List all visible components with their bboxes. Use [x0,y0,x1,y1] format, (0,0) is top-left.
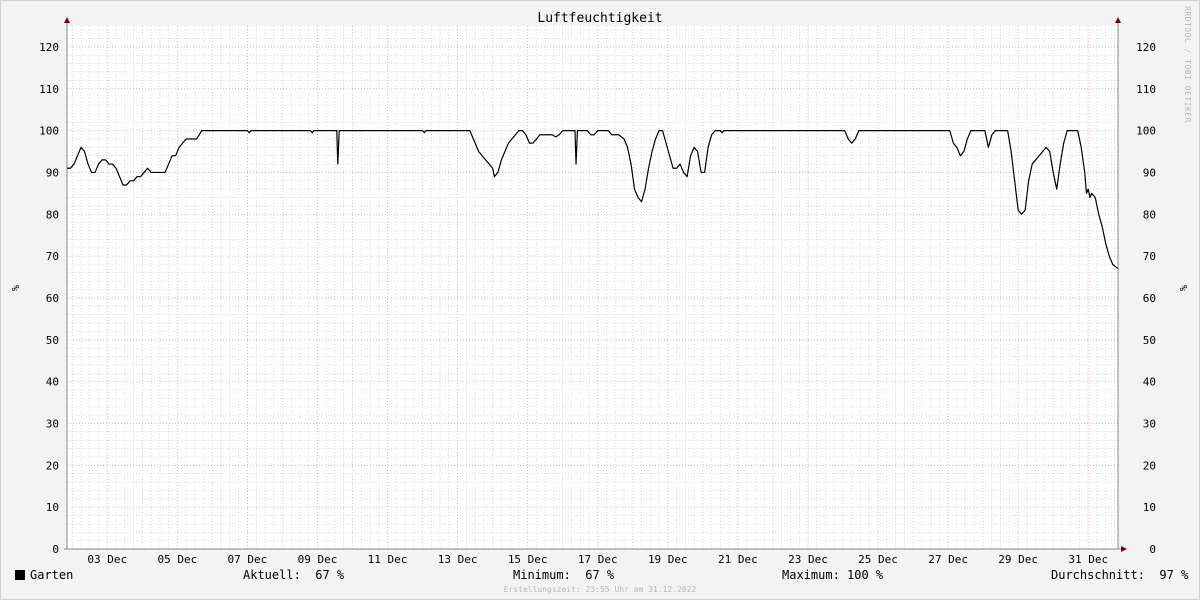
y-axis-label-right: % [1177,285,1188,291]
legend-maximum: Maximum: 100 % [782,568,884,582]
y-tick-label-left: 110 [39,83,59,96]
y-tick-label-right: 40 [1143,376,1156,389]
y-tick-label-right: 10 [1143,501,1156,514]
legend-series-name: Garten [30,568,74,582]
x-tick-label: 27 Dec [928,553,968,566]
chart-window: 0 0 10 10 20 20 30 30 40 40 50 50 60 60 70 70 80 80 90 90 10… [0,0,1200,600]
y-tick-label-left: 50 [46,334,59,347]
x-tick-label: 31 Dec [1068,553,1108,566]
creation-timestamp: Erstellungszeit: 23:55 Uhr am 31.12.2022 [503,585,697,594]
x-tick-label: 29 Dec [998,553,1038,566]
y-tick-label-right: 60 [1143,292,1156,305]
legend-minimum: Minimum: 67 % [513,568,615,582]
y-tick-label-left: 20 [46,459,59,472]
y-tick-label-right: 90 [1143,166,1156,179]
y-tick-label-right: 80 [1143,208,1156,221]
series-color-swatch [15,570,25,580]
y-tick-label-right: 50 [1143,334,1156,347]
y-tick-label-left: 100 [39,125,59,138]
y-tick-label-right: 100 [1136,125,1156,138]
chart-title: Luftfeuchtigkeit [537,11,663,26]
legend-current: Aktuell: 67 % [243,568,345,582]
y-tick-label-left: 120 [39,41,59,54]
y-tick-label-right: 0 [1149,543,1156,556]
legend-average: Durchschnitt: 97 % [1051,568,1189,582]
y-tick-label-left: 70 [46,250,59,263]
y-tick-label-right: 110 [1136,83,1156,96]
y-tick-label-left: 60 [46,292,59,305]
rrdtool-watermark: RRDTOOL / TOBI OETIKER [1183,6,1192,123]
x-tick-label: 17 Dec [578,553,618,566]
x-tick-label: 09 Dec [298,553,338,566]
x-tick-label: 25 Dec [858,553,898,566]
x-tick-label: 05 Dec [157,553,197,566]
y-axis-label-left: % [9,285,20,291]
y-tick-label-right: 120 [1136,41,1156,54]
y-tick-label-left: 90 [46,166,59,179]
x-tick-label: 11 Dec [368,553,408,566]
x-tick-label: 03 Dec [87,553,127,566]
y-tick-label-left: 80 [46,208,59,221]
y-tick-label-right: 30 [1143,417,1156,430]
x-tick-label: 07 Dec [228,553,268,566]
y-tick-label-left: 40 [46,376,59,389]
x-tick-label: 23 Dec [788,553,828,566]
plot-canvas [67,26,1118,549]
x-tick-label: 19 Dec [648,553,688,566]
y-tick-label-left: 10 [46,501,59,514]
y-tick-label-right: 70 [1143,250,1156,263]
y-tick-label-left: 30 [46,417,59,430]
y-tick-label-right: 20 [1143,459,1156,472]
humidity-chart: 0 0 10 10 20 20 30 30 40 40 50 50 60 60 70 70 80 80 90 90 10… [0,0,1200,600]
x-tick-label: 15 Dec [508,553,548,566]
x-tick-label: 13 Dec [438,553,478,566]
x-tick-label: 21 Dec [718,553,758,566]
legend-series: Garten [15,568,73,582]
y-tick-label-left: 0 [52,543,59,556]
